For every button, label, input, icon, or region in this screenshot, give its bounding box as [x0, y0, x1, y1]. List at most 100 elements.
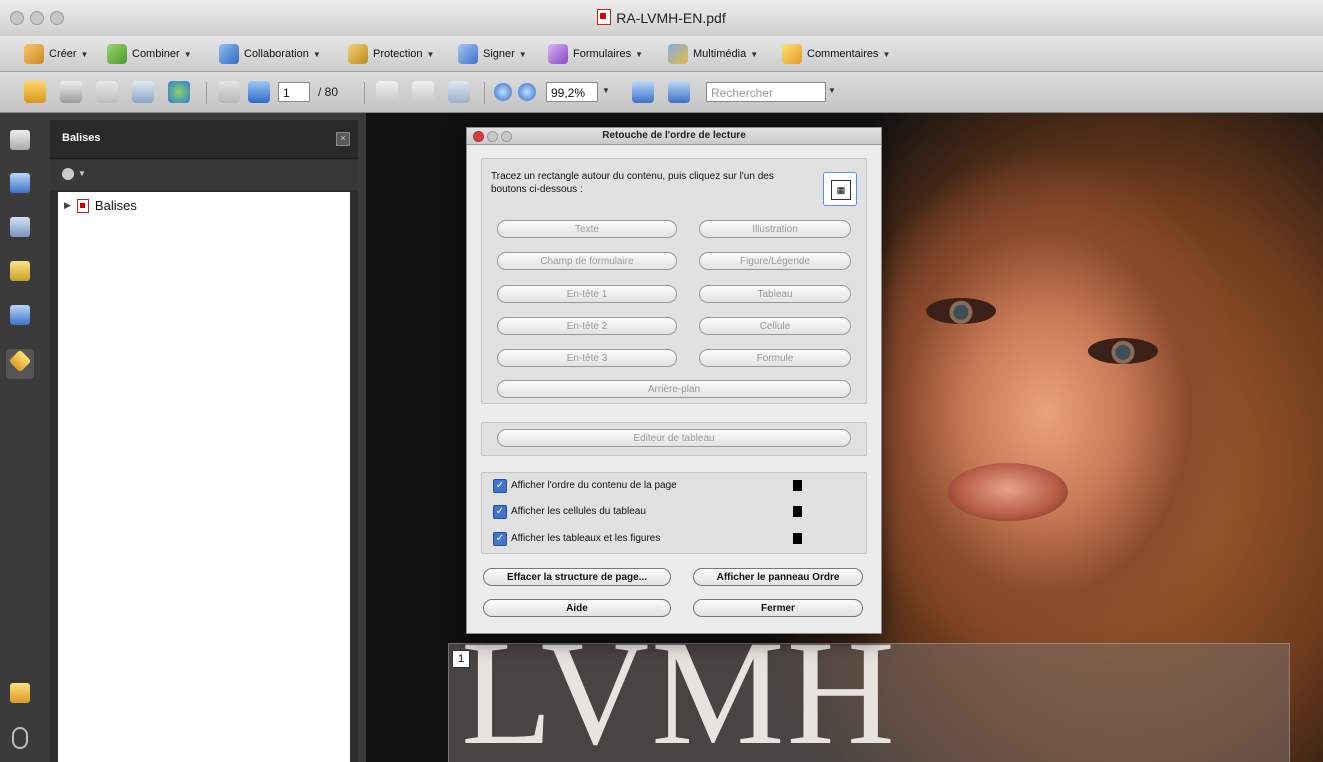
tree-item-root[interactable]: ▶ Balises	[64, 198, 137, 213]
tree-item-label: Balises	[94, 198, 137, 213]
lock-icon	[348, 44, 368, 64]
background-button[interactable]: Arrière-plan	[497, 380, 851, 398]
chevron-down-icon[interactable]: ▼	[78, 169, 86, 178]
page-total: / 80	[318, 85, 339, 99]
chevron-down-icon: ▼	[882, 49, 891, 59]
color-swatch[interactable]	[793, 533, 802, 544]
create-icon	[24, 44, 44, 64]
zoom-out-icon[interactable]	[494, 83, 512, 101]
cell-button[interactable]: Cellule	[699, 317, 851, 335]
table-icon: ▦	[831, 180, 851, 200]
chevron-down-icon: ▼	[312, 49, 321, 59]
dialog-title: Retouche de l'ordre de lecture	[602, 130, 746, 141]
tags-panel: Balises × ▼ ▶ Balises	[50, 120, 358, 762]
comments-menu[interactable]: Commentaires ▼	[782, 43, 890, 65]
close-button[interactable]: Fermer	[693, 599, 863, 617]
page-number-input[interactable]: 1	[278, 82, 310, 102]
create-label: Créer	[49, 48, 77, 60]
close-panel-button[interactable]: ×	[336, 132, 350, 146]
signatures-icon[interactable]	[10, 217, 30, 237]
heading-2-button[interactable]: En-tête 2	[497, 317, 677, 335]
fit-page-icon[interactable]	[632, 81, 654, 103]
comment-icon	[782, 44, 802, 64]
combine-menu[interactable]: Combiner ▼	[107, 43, 192, 65]
show-table-cells-label: Afficher les cellules du tableau	[511, 506, 646, 517]
text-button[interactable]: Texte	[497, 220, 677, 238]
chevron-down-icon: ▼	[518, 49, 527, 59]
dialog-titlebar: Retouche de l'ordre de lecture	[467, 128, 881, 145]
color-swatch[interactable]	[793, 480, 802, 491]
globe-icon[interactable]	[168, 81, 190, 103]
model-tree-icon[interactable]	[10, 305, 30, 325]
combine-icon	[107, 44, 127, 64]
bookmarks-icon[interactable]	[10, 173, 30, 193]
open-folder-icon[interactable]	[24, 81, 46, 103]
form-field-button[interactable]: Champ de formulaire	[497, 252, 677, 270]
show-content-order-label: Afficher l'ordre du contenu de la page	[511, 480, 677, 491]
full-screen-icon[interactable]	[668, 81, 690, 103]
pdf-file-icon	[76, 198, 89, 213]
touch-up-reading-order-dialog: Retouche de l'ordre de lecture Tracez un…	[466, 127, 882, 634]
sign-menu[interactable]: Signer ▼	[458, 43, 527, 65]
options-icon[interactable]	[62, 168, 74, 180]
instructions: Tracez un rectangle autour du contenu, p…	[491, 171, 774, 195]
sign-label: Signer	[483, 48, 515, 60]
collaboration-menu[interactable]: Collaboration ▼	[219, 43, 321, 65]
figure-caption-button[interactable]: Figure/Légende	[699, 252, 851, 270]
tags-panel-header: Balises ×	[50, 120, 358, 159]
forms-menu[interactable]: Formulaires ▼	[548, 43, 643, 65]
multimedia-icon	[668, 44, 688, 64]
multimedia-menu[interactable]: Multimédia ▼	[668, 43, 758, 65]
save-icon[interactable]	[96, 81, 118, 103]
select-tool-icon[interactable]	[376, 81, 398, 103]
create-menu[interactable]: Créer ▼	[24, 43, 88, 65]
email-icon[interactable]	[132, 81, 154, 103]
zoom-in-icon[interactable]	[518, 83, 536, 101]
separator	[364, 82, 365, 104]
clear-page-structure-button[interactable]: Effacer la structure de page...	[483, 568, 671, 586]
protection-menu[interactable]: Protection ▼	[348, 43, 434, 65]
heading-3-button[interactable]: En-tête 3	[497, 349, 677, 367]
attachment-icon[interactable]	[12, 727, 28, 749]
window-titlebar: RA-LVMH-EN.pdf	[0, 0, 1323, 37]
photo-detail	[948, 463, 1068, 521]
chevron-down-icon[interactable]: ▼	[828, 86, 836, 95]
color-swatch[interactable]	[793, 506, 802, 517]
layers-icon[interactable]	[10, 261, 30, 281]
expand-arrow-icon[interactable]: ▶	[64, 200, 71, 211]
print-icon[interactable]	[60, 81, 82, 103]
next-page-icon[interactable]	[248, 81, 270, 103]
chevron-down-icon: ▼	[183, 49, 192, 59]
show-tables-button[interactable]: ▦	[823, 172, 857, 206]
table-editor-button[interactable]: Editeur de tableau	[497, 429, 851, 447]
search-input[interactable]: Rechercher	[706, 82, 826, 102]
cover-heading: LVMH	[461, 610, 897, 762]
tasks-toolbar: Créer ▼ Combiner ▼ Collaboration ▼ Protecti…	[0, 36, 1323, 72]
collaboration-icon	[219, 44, 239, 64]
show-table-cells-checkbox[interactable]: ✓	[493, 505, 507, 519]
illustration-button[interactable]: Illustration	[699, 220, 851, 238]
comments-icon[interactable]	[10, 683, 30, 703]
zoom-level-input[interactable]: 99,2%	[546, 82, 598, 102]
formula-button[interactable]: Formule	[699, 349, 851, 367]
chevron-down-icon: ▼	[80, 49, 89, 59]
table-button[interactable]: Tableau	[699, 285, 851, 303]
separator	[206, 82, 207, 104]
help-button[interactable]: Aide	[483, 599, 671, 617]
protection-label: Protection	[373, 48, 423, 60]
window-title: RA-LVMH-EN.pdf	[0, 9, 1323, 26]
window-title-text: RA-LVMH-EN.pdf	[616, 10, 726, 26]
zoom-marquee-icon[interactable]	[448, 81, 470, 103]
show-tables-figures-checkbox[interactable]: ✓	[493, 532, 507, 546]
tags-panel-title: Balises	[62, 132, 101, 144]
previous-page-icon[interactable]	[218, 81, 240, 103]
collaboration-label: Collaboration	[244, 48, 309, 60]
show-content-order-checkbox[interactable]: ✓	[493, 479, 507, 493]
chevron-down-icon[interactable]: ▼	[602, 86, 610, 95]
show-order-panel-button[interactable]: Afficher le panneau Ordre	[693, 568, 863, 586]
heading-1-button[interactable]: En-tête 1	[497, 285, 677, 303]
hand-tool-icon[interactable]	[412, 81, 434, 103]
separator	[484, 82, 485, 104]
pages-icon[interactable]	[10, 130, 30, 150]
navigation-sidebar	[0, 113, 40, 762]
